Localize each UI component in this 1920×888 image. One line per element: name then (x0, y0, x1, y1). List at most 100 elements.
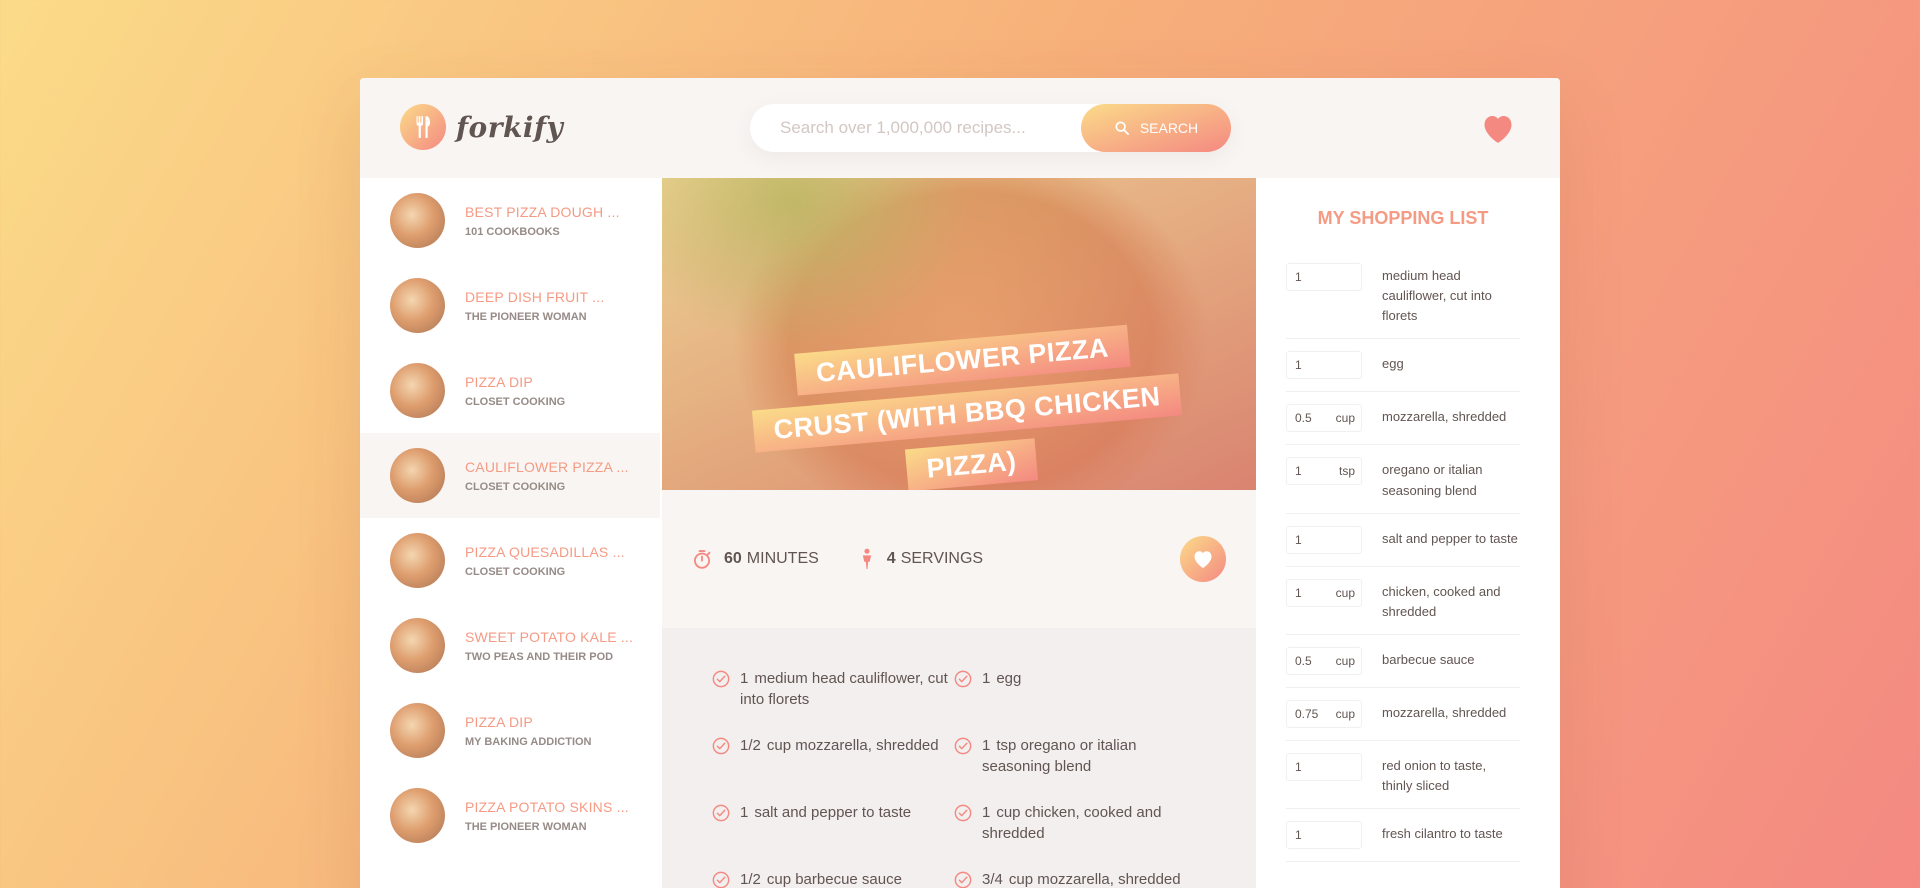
shopping-item: cup mozzarella, shredded (1286, 688, 1520, 741)
result-thumbnail (390, 788, 445, 843)
check-circle-icon (712, 871, 730, 888)
shopping-item-text: mozzarella, shredded (1382, 409, 1507, 425)
header: forkify SEARCH (360, 78, 1560, 178)
shopping-item: tsp oregano or italian seasoning blend (1286, 445, 1520, 514)
shopping-count-input[interactable] (1295, 585, 1329, 600)
result-title: PIZZA DIP (465, 713, 533, 730)
shopping-item-text: salt and pepper to taste (1382, 530, 1518, 546)
ingredient-text: cup mozzarella, shredded (766, 737, 939, 754)
result-author: 101 COOKBOOKS (465, 225, 560, 238)
recipe-image: CAULIFLOWER PIZZA CRUST (WITH BBQ CHICKE… (662, 178, 1256, 490)
ingredient-item: 1 medium head cauliflower, cut into flore… (712, 668, 954, 715)
servings-unit: SERVINGS (900, 550, 984, 567)
result-thumbnail (390, 618, 445, 673)
shopping-item-count (1286, 752, 1362, 781)
ingredient-item: 1/2 cup barbecue sauce (712, 869, 954, 888)
shopping-count-input[interactable] (1295, 411, 1329, 426)
check-circle-icon (954, 804, 972, 822)
result-title: DEEP DISH FRUIT ... (465, 288, 605, 305)
shopping-item-text: mozzarella, shredded (1382, 704, 1507, 720)
result-item[interactable]: BEST PIZZA DOUGH ... 101 COOKBOOKS (360, 178, 660, 263)
shopping-item-unit: tsp (1338, 464, 1355, 479)
shopping-item: cup mozzarella, shredded (1286, 392, 1520, 446)
result-item[interactable]: PIZZA DIP CLOSET COOKING (360, 348, 660, 433)
ingredient-count: 1 (982, 737, 991, 754)
result-item-active[interactable]: CAULIFLOWER PIZZA ... CLOSET COOKING (360, 433, 660, 518)
forkify-app: forkify SEARCH BEST PIZZA DOUGH ... 101 (360, 78, 1560, 888)
shopping-item: fresh cilantro to taste (1286, 809, 1520, 863)
recipe-detail: CAULIFLOWER PIZZA CRUST (WITH BBQ CHICKE… (662, 178, 1256, 888)
shopping-item: medium head cauliflower, cut into floret… (1286, 251, 1520, 340)
time-unit: MINUTES (746, 550, 819, 567)
shopping-count-input[interactable] (1295, 706, 1329, 721)
shopping-item-count: cup (1286, 404, 1362, 433)
fork-knife-icon (400, 104, 446, 150)
ingredient-item: 3/4 cup mozzarella, shredded (954, 869, 1196, 888)
ingredient-text: cup mozzarella, shredded (1008, 871, 1181, 888)
shopping-item-unit: cup (1335, 706, 1355, 721)
result-item[interactable]: PIZZA QUESADILLAS ... CLOSET COOKING (360, 518, 660, 603)
heart-icon (1194, 551, 1212, 568)
result-thumbnail (390, 363, 445, 418)
likes-button[interactable] (1480, 111, 1516, 145)
shopping-count-input[interactable] (1295, 358, 1329, 373)
result-title: PIZZA QUESADILLAS ... (465, 543, 625, 560)
result-thumbnail (390, 278, 445, 333)
ingredient-item: 1 tsp oregano or italian seasoning blend (954, 735, 1196, 782)
shopping-item-count (1286, 263, 1362, 291)
shopping-item-text: oregano or italian seasoning blend (1382, 462, 1483, 498)
search-button[interactable]: SEARCH (1081, 104, 1231, 152)
shopping-item: salt and pepper to taste (1286, 514, 1520, 567)
search-input[interactable] (750, 104, 1080, 152)
shopping-count-input[interactable] (1295, 532, 1329, 547)
shopping-count-input[interactable] (1295, 653, 1329, 668)
ingredient-count: 3/4 (982, 871, 1003, 888)
shopping-item: cup chicken, cooked and shredded (1286, 567, 1520, 635)
result-item[interactable]: PIZZA POTATO SKINS ... THE PIONEER WOMAN (360, 773, 660, 858)
logo[interactable]: forkify (400, 104, 563, 150)
shopping-count-input[interactable] (1295, 759, 1329, 774)
result-thumbnail (390, 193, 445, 248)
check-circle-icon (954, 737, 972, 755)
result-thumbnail (390, 703, 445, 758)
result-title: SWEET POTATO KALE ... (465, 628, 634, 645)
ingredient-text: salt and pepper to taste (754, 804, 912, 821)
ingredient-count: 1 (982, 804, 991, 821)
search-button-label: SEARCH (1139, 120, 1199, 136)
shopping-item-text: fresh cilantro to taste (1382, 826, 1503, 842)
result-author: THE PIONEER WOMAN (465, 310, 587, 323)
ingredient-count: 1/2 (740, 871, 761, 888)
shopping-item-unit: cup (1335, 653, 1355, 668)
shopping-item-unit: cup (1335, 585, 1355, 600)
like-recipe-button[interactable] (1180, 536, 1226, 582)
logo-text: forkify (456, 110, 564, 144)
ingredient-count: 1/2 (740, 737, 761, 754)
search-form: SEARCH (750, 104, 1231, 152)
result-item[interactable]: PIZZA DIP MY BAKING ADDICTION (360, 688, 660, 773)
result-thumbnail (390, 533, 445, 588)
check-circle-icon (954, 871, 972, 888)
recipe-ingredients: 1 medium head cauliflower, cut into flore… (662, 628, 1256, 888)
result-author: TWO PEAS AND THEIR POD (465, 650, 614, 663)
ingredient-list: 1 medium head cauliflower, cut into flore… (712, 668, 1216, 888)
shopping-count-input[interactable] (1295, 828, 1329, 843)
person-icon (862, 548, 871, 570)
shopping-item-count: cup (1286, 578, 1362, 607)
ingredient-text: medium head cauliflower, cut into floret… (740, 670, 948, 708)
ingredient-item: 1 egg (954, 668, 1196, 715)
ingredient-item: 1/2 cup mozzarella, shredded (712, 735, 954, 782)
shopping-item-count: cup (1286, 646, 1362, 675)
result-title: PIZZA DIP (465, 373, 533, 390)
result-item[interactable]: SWEET POTATO KALE ... TWO PEAS AND THEIR… (360, 603, 660, 688)
recipe-title-line: PIZZA) (904, 438, 1039, 490)
result-item[interactable]: DEEP DISH FRUIT ... THE PIONEER WOMAN (360, 263, 660, 348)
result-author: CLOSET COOKING (465, 480, 566, 493)
shopping-count-input[interactable] (1295, 464, 1329, 479)
ingredient-text: cup chicken, cooked and shredded (982, 804, 1162, 842)
heart-icon (1484, 116, 1512, 143)
shopping-item-text: barbecue sauce (1382, 651, 1475, 667)
shopping-list: MY SHOPPING LIST medium head cauliflower… (1256, 178, 1560, 888)
ingredient-text: cup barbecue sauce (766, 871, 902, 888)
shopping-count-input[interactable] (1295, 270, 1329, 284)
shopping-item-count (1286, 351, 1362, 380)
